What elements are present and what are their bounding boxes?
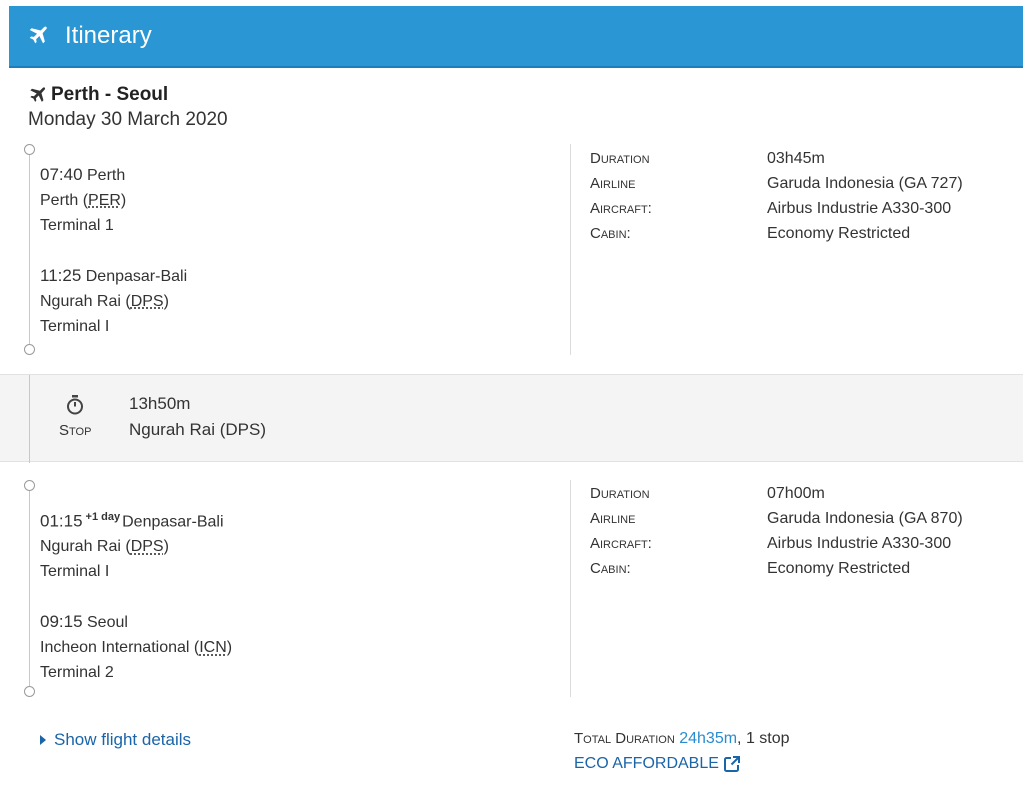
total-duration-value: 24h35m bbox=[679, 730, 738, 747]
arrival-time: 09:15 bbox=[40, 612, 83, 632]
caret-right-icon bbox=[40, 735, 46, 745]
fare-family-label: ECO AFFORDABLE bbox=[574, 755, 719, 772]
external-link-icon bbox=[723, 756, 740, 772]
stop-count: , 1 stop bbox=[737, 730, 790, 747]
segment-endpoints: 01:15 +1 day Denpasar-Bali Ngurah Rai (DPS… bbox=[40, 505, 232, 710]
timeline-dot bbox=[24, 144, 35, 155]
day-offset-badge: +1 day bbox=[85, 511, 121, 523]
airport-code: ICN bbox=[199, 639, 227, 657]
stop-duration: 13h50m bbox=[129, 394, 191, 413]
stop-place: Ngurah Rai (DPS) bbox=[129, 420, 266, 439]
segment-endpoints: 07:40 Perth Perth (PER) Terminal 1 11:25… bbox=[40, 162, 187, 364]
departure-block: 07:40 Perth Perth (PER) Terminal 1 bbox=[40, 162, 187, 238]
airport-code: DPS bbox=[130, 538, 164, 556]
detail-row-cabin: Cabin: Economy Restricted bbox=[590, 225, 911, 242]
airport-code: PER bbox=[88, 192, 121, 209]
timeline-dot bbox=[24, 344, 35, 355]
arrival-city: Denpasar-Bali bbox=[85, 268, 188, 285]
header-title: Itinerary bbox=[65, 22, 152, 49]
departure-time: 01:15 bbox=[40, 511, 83, 531]
plane-icon bbox=[29, 26, 47, 44]
arrival-city: Seoul bbox=[87, 614, 128, 632]
timeline-track bbox=[29, 375, 30, 463]
segment-divider bbox=[570, 144, 571, 355]
stop-label: Stop bbox=[59, 422, 92, 439]
arrival-block: 11:25 Denpasar-Bali Ngurah Rai (DPS) Ter… bbox=[40, 263, 187, 339]
route-heading: Perth - Seoul bbox=[28, 84, 168, 106]
fare-family-link[interactable]: ECO AFFORDABLE bbox=[574, 755, 741, 773]
stopover-panel: Stop 13h50m Ngurah Rai (DPS) bbox=[0, 374, 1023, 463]
arrival-airport: Incheon International (ICN) bbox=[40, 639, 233, 657]
departure-airport: Ngurah Rai (DPS) bbox=[40, 538, 169, 556]
arrival-block: 09:15 Seoul Incheon International (ICN) … bbox=[40, 609, 232, 685]
timeline-dot bbox=[24, 686, 35, 697]
stopwatch-icon bbox=[67, 395, 83, 415]
departure-terminal: Terminal 1 bbox=[40, 217, 114, 234]
arrival-terminal: Terminal I bbox=[40, 318, 110, 335]
timeline-track bbox=[29, 491, 30, 686]
detail-row-cabin: Cabin: Economy Restricted bbox=[590, 560, 911, 577]
timeline-track bbox=[29, 155, 30, 350]
detail-row-airline: Airline Garuda Indonesia (GA 727) bbox=[590, 175, 963, 192]
detail-row-aircraft: Aircraft: Airbus Industrie A330-300 bbox=[590, 200, 952, 217]
departure-city: Perth bbox=[87, 167, 126, 184]
airport-code: DPS bbox=[130, 293, 164, 310]
flight-segment: 07:40 Perth Perth (PER) Terminal 1 11:25… bbox=[0, 144, 1023, 359]
segment-divider bbox=[570, 480, 571, 697]
segment-details: Duration 07h00m Airline Garuda Indonesia (… bbox=[590, 481, 963, 581]
show-flight-details-link[interactable]: Show flight details bbox=[40, 730, 191, 750]
arrival-airport: Ngurah Rai (DPS) bbox=[40, 293, 169, 310]
departure-terminal: Terminal I bbox=[40, 563, 110, 581]
detail-row-aircraft: Aircraft: Airbus Industrie A330-300 bbox=[590, 535, 952, 552]
departure-airport: Perth (PER) bbox=[40, 192, 127, 209]
timeline-dot bbox=[24, 480, 35, 491]
show-details-label: Show flight details bbox=[54, 730, 192, 749]
plane-icon bbox=[30, 86, 46, 102]
detail-row-airline: Airline Garuda Indonesia (GA 870) bbox=[590, 510, 963, 527]
flight-segment: 01:15 +1 day Denpasar-Bali Ngurah Rai (DPS… bbox=[0, 480, 1023, 697]
route-name: Perth - Seoul bbox=[51, 84, 169, 105]
total-duration: Total Duration 24h35m, 1 stop bbox=[574, 730, 790, 748]
travel-date: Monday 30 March 2020 bbox=[28, 109, 228, 130]
arrival-terminal: Terminal 2 bbox=[40, 664, 114, 682]
departure-block: 01:15 +1 day Denpasar-Bali Ngurah Rai (DPS… bbox=[40, 505, 232, 584]
detail-row-duration: Duration 03h45m bbox=[590, 150, 825, 167]
total-duration-label: Total Duration bbox=[574, 730, 675, 747]
itinerary-header: Itinerary bbox=[9, 6, 1023, 68]
segment-details: Duration 03h45m Airline Garuda Indonesia (… bbox=[590, 146, 963, 246]
departure-time: 07:40 bbox=[40, 165, 83, 184]
arrival-time: 11:25 bbox=[40, 266, 82, 285]
departure-city: Denpasar-Bali bbox=[122, 513, 224, 531]
detail-row-duration: Duration 07h00m bbox=[590, 485, 825, 502]
